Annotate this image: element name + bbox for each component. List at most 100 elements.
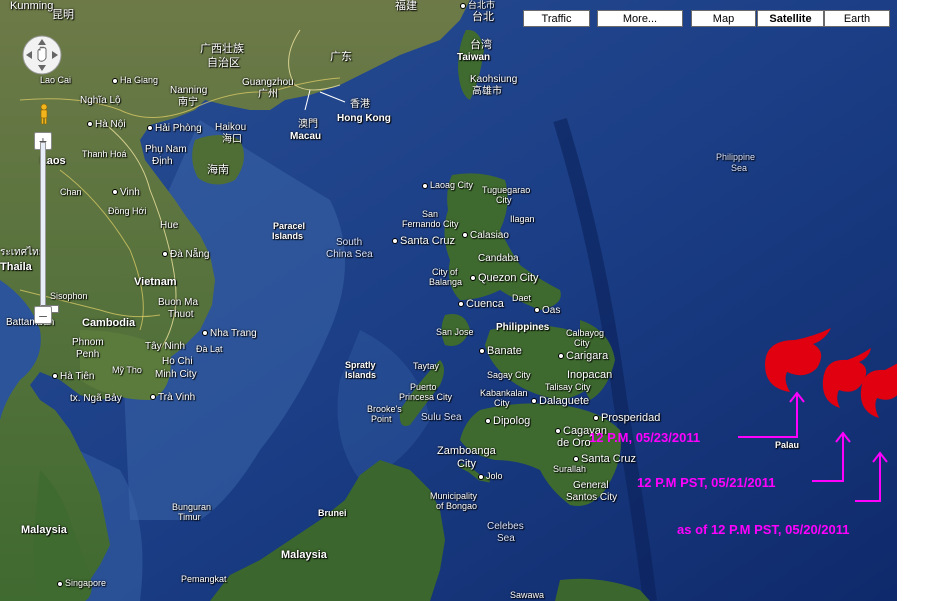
city-balanga: Balanga [429, 277, 463, 287]
city-hanoi: Hà Nội [87, 120, 126, 130]
city-deoro: de Oro [557, 437, 591, 449]
label-celebes: Celebes [487, 521, 524, 532]
annotation-0523: 12 P.M, 05/23/2011 [589, 430, 701, 445]
label-philippine-sea: Philippine [716, 152, 756, 162]
country-philippines: Philippines [496, 322, 550, 333]
label-hainan: 海南 [207, 164, 229, 176]
zoom-slider-track[interactable] [40, 142, 59, 313]
city-travinh: Trà Vinh [150, 393, 195, 403]
city-haikou-zh: 海口 [222, 134, 242, 145]
city-kunming-zh: 昆明 [52, 9, 74, 21]
city-ilagan: Ilagan [510, 214, 535, 224]
label-celebes-sea: Sea [497, 533, 515, 544]
city-quezon: Quezon City [470, 273, 539, 284]
city-dalat: Đà Lạt [196, 344, 223, 354]
zoom-control: + – [34, 100, 59, 330]
label-south-china-sea-1: South [336, 237, 363, 248]
city-mytho: Mỹ Tho [112, 365, 142, 375]
city-nanning: Nanning [170, 85, 208, 96]
city-calasiao: Calasiao [462, 231, 509, 241]
city-dipolog: Dipolog [485, 416, 530, 427]
city-general: General [573, 480, 609, 491]
city-cuenca: Cuenca [458, 299, 504, 310]
city-ofbongao: of Bongao [436, 501, 478, 511]
city-candaba: Candaba [478, 253, 519, 264]
city-sagay: Sagay City [487, 370, 531, 380]
pegman-icon[interactable] [38, 103, 50, 125]
city-kabankalan-2: City [494, 398, 510, 408]
label-taipei: 台北 [472, 11, 494, 23]
city-vinh: Vinh [112, 188, 140, 198]
city-timur: Timur [178, 512, 201, 522]
more-button[interactable]: More... [597, 10, 683, 27]
city-haiphong: Hải Phòng [147, 124, 202, 134]
city-macau: Macau [290, 131, 322, 142]
city-hongkong: Hong Kong [337, 113, 391, 124]
city-santos: Santos City [566, 492, 618, 503]
city-haikou: Haikou [215, 122, 247, 133]
city-daet: Daet [512, 293, 532, 303]
city-hongkong-zh: 香港 [350, 99, 370, 110]
label-philippine-sea-2: Sea [731, 163, 748, 173]
city-zamboanga: Zamboanga [437, 445, 496, 457]
traffic-button[interactable]: Traffic [523, 10, 590, 27]
city-sawawa: Sawawa [510, 590, 545, 600]
city-taytay: Taytay [413, 361, 440, 371]
label-taiwan-zh: 台湾 [470, 39, 492, 51]
label-spratly-islands: Islands [345, 370, 377, 380]
city-taynin: Tây Ninh [145, 341, 186, 352]
country-thailand: Thaila [0, 261, 32, 273]
city-kunming: Kunming [10, 0, 54, 12]
city-hatien: Hà Tiên [52, 372, 94, 382]
label-guangxi: 广西壮族 [200, 43, 244, 55]
city-buonma: Buon Ma [158, 297, 199, 308]
satellite-map[interactable]: Kunming 昆明 福建 台北市 台北 台湾 Taiwan Kaohsiung… [0, 0, 897, 601]
label-fujian: 福建 [395, 0, 417, 12]
city-dinh: Định [152, 156, 173, 167]
city-jolo: Jolo [478, 472, 503, 481]
city-banate: Banate [479, 346, 522, 357]
city-hochi: Ho Chi [162, 356, 193, 367]
satellite-view-button[interactable]: Satellite [757, 10, 824, 27]
city-tuguegarao: Tuguegarao [482, 185, 531, 195]
label-paracel-islands: Islands [272, 231, 304, 241]
city-phnom: Phnom [72, 337, 104, 348]
city-dalaguete: Dalaguete [531, 396, 589, 407]
city-point: Point [371, 414, 392, 424]
label-south-china-sea-2: China Sea [326, 249, 373, 260]
label-guangdong: 广东 [330, 51, 352, 63]
zoom-out-button[interactable]: – [34, 306, 52, 324]
city-donghoi: Đồng Hới [108, 206, 147, 216]
label-paracel: Paracel [273, 221, 306, 231]
city-cityof: City of [432, 267, 458, 277]
city-nanning-zh: 南宁 [178, 97, 198, 108]
country-brunei: Brunei [318, 508, 347, 518]
city-princesa: Princesa City [399, 392, 453, 402]
city-sanfernando-2: Fernando City [402, 219, 459, 229]
city-phunam: Phụ Nam [145, 144, 187, 155]
city-tuguegarao-2: City [496, 195, 512, 205]
country-vietnam: Vietnam [134, 276, 177, 288]
city-sanfernando: San [422, 209, 439, 219]
city-zamboanga-2: City [457, 458, 476, 470]
pan-control[interactable] [17, 35, 67, 75]
city-guangzhou: Guangzhou [242, 77, 294, 88]
city-singapore: Singapore [57, 579, 106, 588]
city-bunguran: Bunguran [172, 502, 212, 512]
city-hagiang: Ha Giang [112, 76, 158, 85]
city-minhcity: Minh City [155, 369, 197, 380]
city-pemangkat: Pemangkat [181, 574, 227, 584]
city-sisophon: Sisophon [50, 291, 88, 301]
city-carigara: Carigara [558, 351, 608, 362]
city-macau-zh: 澳門 [298, 119, 318, 130]
city-nhatrang: Nha Trang [202, 329, 257, 339]
city-sanjose: San Jose [436, 327, 474, 337]
map-view-button[interactable]: Map [691, 10, 756, 27]
country-cambodia: Cambodia [82, 317, 136, 329]
city-puerto: Puerto [410, 382, 437, 392]
city-guangzhou-zh: 广州 [258, 89, 278, 100]
city-laoag: Laoag City [422, 181, 473, 190]
label-sulu-sea: Sulu Sea [421, 412, 462, 423]
earth-view-button[interactable]: Earth [824, 10, 890, 27]
city-surallah: Surallah [553, 464, 587, 474]
